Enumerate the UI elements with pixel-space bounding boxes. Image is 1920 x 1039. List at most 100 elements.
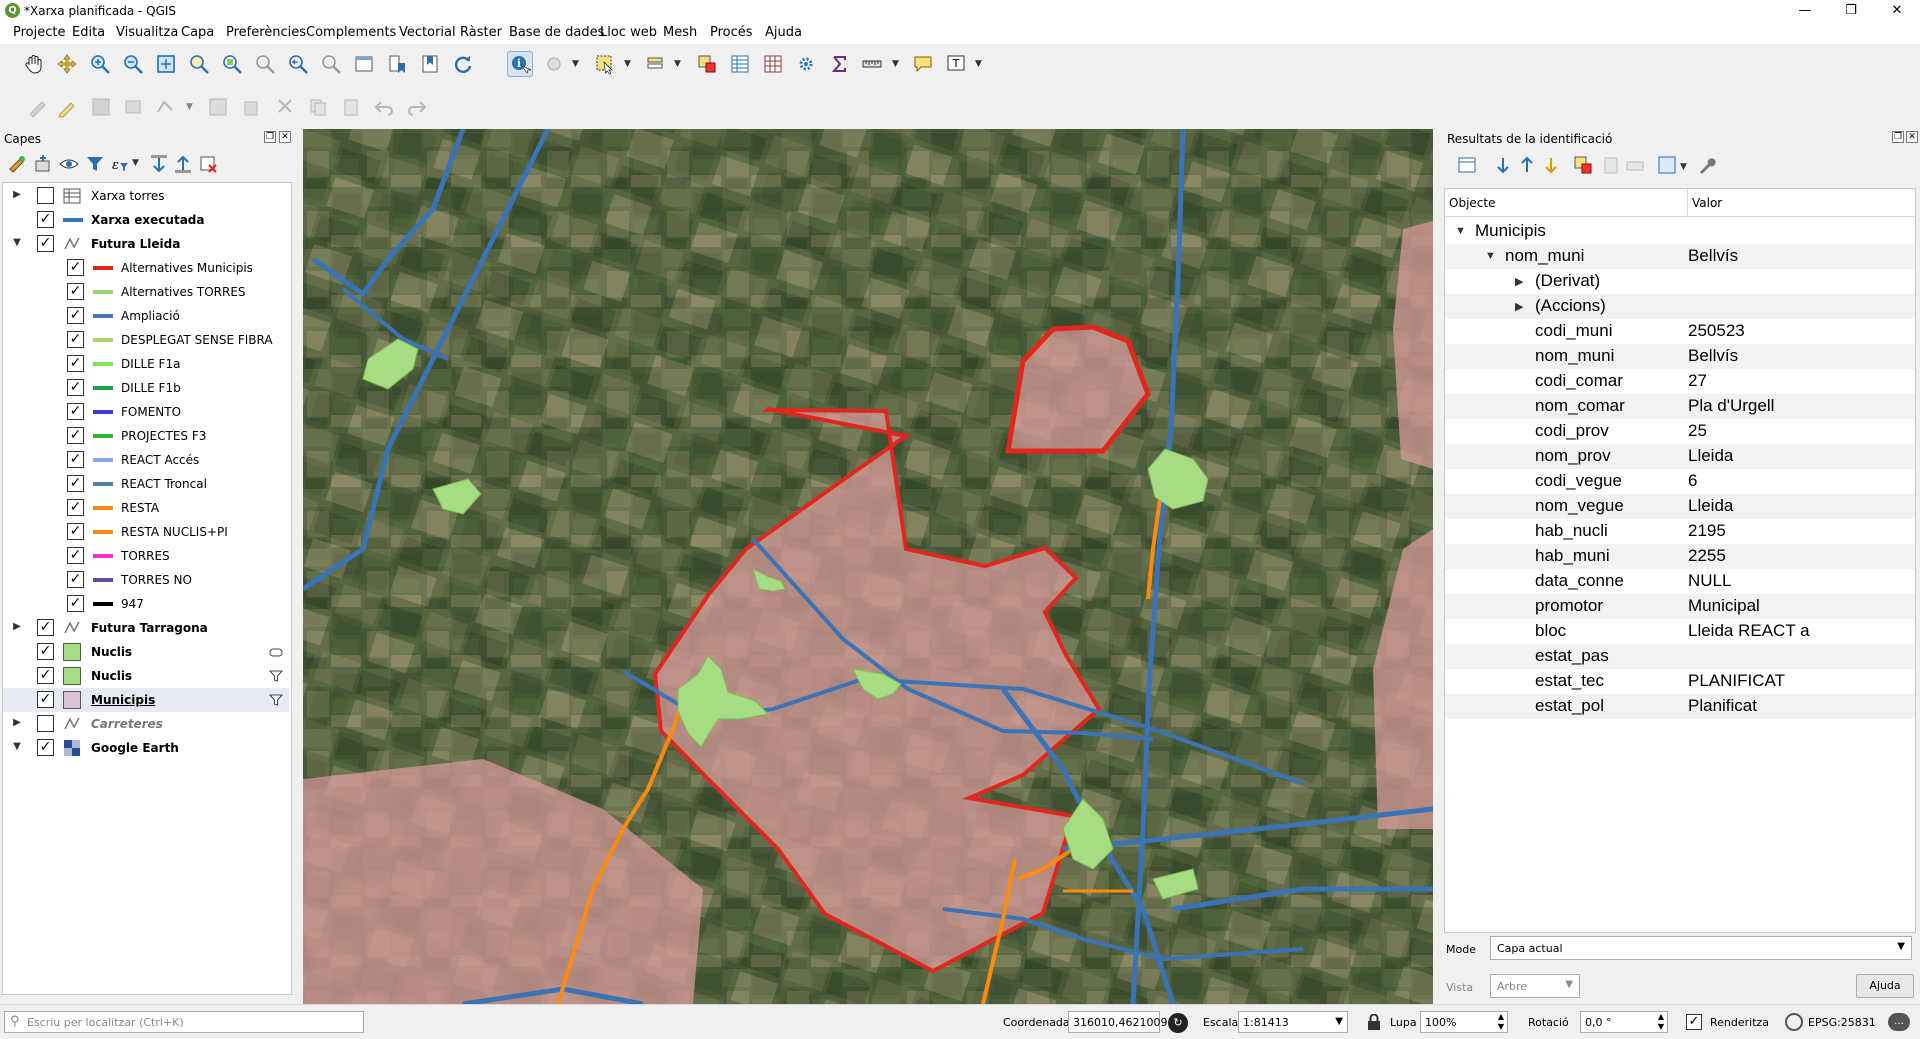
menu-raster[interactable]: Ràster (460, 25, 502, 40)
show-bookmarks-icon[interactable] (417, 51, 443, 77)
select-dropdown-chevron-down-icon[interactable]: ▼ (624, 51, 632, 77)
menu-capa[interactable]: Capa (181, 25, 214, 40)
identify-settings-wrench-icon[interactable] (1696, 154, 1718, 176)
embedded-icon[interactable] (269, 645, 283, 662)
zoom-to-layer-icon[interactable] (219, 51, 245, 77)
close-panel-icon[interactable]: ✕ (279, 131, 291, 143)
zoom-to-selection-icon[interactable] (186, 51, 212, 77)
layer-visibility-checkbox[interactable]: ✓ (37, 739, 54, 756)
undo-icon[interactable] (371, 94, 397, 120)
processing-toolbox-icon[interactable] (793, 51, 819, 77)
layer-row[interactable]: ✓ TORRES NO (3, 568, 289, 592)
identify-result-row[interactable]: promotor Municipal (1445, 594, 1915, 619)
menu-vectorial[interactable]: Vectorial (399, 25, 456, 40)
copy-features-icon[interactable] (305, 94, 331, 120)
layer-row[interactable]: ✓ FOMENTO (3, 400, 289, 424)
filter-icon[interactable] (268, 693, 284, 710)
measure-line-icon[interactable] (859, 51, 885, 77)
layer-visibility-checkbox[interactable]: ✓ (37, 211, 54, 228)
layer-visibility-checkbox[interactable]: ✓ (67, 307, 84, 324)
column-header-object[interactable]: Objecte (1445, 189, 1688, 217)
collapse-chevron-icon[interactable]: ▼ (1455, 225, 1466, 237)
menu-complements[interactable]: Complements (306, 25, 396, 40)
save-edits-icon[interactable] (88, 94, 114, 120)
render-checkbox[interactable]: ✓ (1686, 1014, 1702, 1030)
vertex-tool-icon[interactable] (152, 94, 178, 120)
float-panel-icon[interactable]: ❐ (264, 131, 276, 143)
toggle-extents-mouse-icon[interactable]: ↻ (1168, 1013, 1188, 1033)
restore-icon[interactable]: ❐ (1828, 0, 1874, 22)
open-form-icon[interactable] (1456, 154, 1478, 176)
identify-result-row[interactable]: nom_muni Bellvís (1445, 344, 1915, 369)
layer-row[interactable]: ✓ RESTA NUCLIS+PI (3, 520, 289, 544)
layer-row[interactable]: ✓ REACT Troncal (3, 472, 289, 496)
menu-ajuda[interactable]: Ajuda (765, 25, 802, 40)
collapse-chevron-icon[interactable]: ▼ (11, 237, 23, 249)
layer-visibility-checkbox[interactable]: ✓ (37, 691, 54, 708)
clear-results-icon[interactable] (1572, 154, 1594, 176)
annotation-dropdown-chevron-down-icon[interactable]: ▼ (975, 51, 983, 77)
layer-row[interactable]: ✓ Municipis (3, 688, 289, 712)
expand-chevron-icon[interactable]: ▶ (11, 621, 23, 633)
map-canvas[interactable] (303, 129, 1433, 1004)
identify-selection-mode-icon[interactable] (1656, 154, 1678, 176)
layer-row[interactable]: ▶ Carreteres (3, 712, 289, 736)
layer-visibility-checkbox[interactable]: ✓ (67, 523, 84, 540)
zoom-in-icon[interactable] (87, 51, 113, 77)
magnifier-spinbox[interactable]: 100% ▲ ▼ (1420, 1011, 1508, 1033)
layer-visibility-checkbox[interactable]: ✓ (67, 595, 84, 612)
map-tips-icon[interactable] (910, 51, 936, 77)
layer-row[interactable]: ✓ REACT Accés (3, 448, 289, 472)
identify-features-icon[interactable]: i (507, 51, 533, 77)
layer-visibility-checkbox[interactable]: ✓ (67, 451, 84, 468)
layer-row[interactable]: ▼ ✓ Google Earth (3, 736, 289, 760)
locator-search-input[interactable]: ⚲ Escriu per localitzar (Ctrl+K) (4, 1011, 364, 1033)
zoom-next-icon[interactable] (318, 51, 344, 77)
layer-row[interactable]: ✓ Ampliació (3, 304, 289, 328)
help-button[interactable]: Ajuda (1856, 974, 1914, 998)
identify-result-row[interactable]: nom_comar Pla d'Urgell (1445, 394, 1915, 419)
expand-chevron-icon[interactable]: ▶ (1515, 300, 1523, 313)
collapse-chevron-icon[interactable]: ▼ (11, 741, 23, 753)
text-annotation-icon[interactable]: T (943, 51, 969, 77)
layer-visibility-checkbox[interactable]: ✓ (67, 259, 84, 276)
identify-result-row[interactable]: estat_pol Planificat (1445, 694, 1915, 719)
zoom-full-icon[interactable] (153, 51, 179, 77)
layer-row[interactable]: ✓ PROJECTES F3 (3, 424, 289, 448)
expand-new-results-icon[interactable] (1540, 154, 1562, 176)
layer-visibility-checkbox[interactable]: ✓ (67, 379, 84, 396)
lock-scale-icon[interactable] (1367, 1013, 1381, 1030)
layer-visibility-checkbox[interactable]: ✓ (67, 403, 84, 420)
new-map-view-icon[interactable] (351, 51, 377, 77)
add-group-icon[interactable] (32, 153, 54, 175)
layer-row[interactable]: ✓ DILLE F1b (3, 376, 289, 400)
refresh-icon[interactable] (450, 51, 476, 77)
action-dropdown-chevron-down-icon[interactable]: ▼ (572, 51, 580, 77)
layer-visibility-checkbox[interactable]: ✓ (67, 427, 84, 444)
layer-row[interactable]: ✓ TORRES (3, 544, 289, 568)
zoom-out-icon[interactable] (120, 51, 146, 77)
expand-chevron-icon[interactable]: ▶ (1515, 275, 1523, 288)
layer-row[interactable]: ▶ Xarxa torres (3, 184, 289, 208)
expand-tree-icon[interactable] (1492, 154, 1514, 176)
layer-visibility-checkbox[interactable]: ✓ (67, 571, 84, 588)
layer-visibility-checkbox[interactable] (37, 715, 54, 732)
identify-result-row[interactable]: estat_pas (1445, 644, 1915, 669)
layer-visibility-checkbox[interactable]: ✓ (67, 355, 84, 372)
map-svg[interactable] (303, 129, 1433, 1004)
mode-select[interactable]: Capa actual ▼ (1490, 936, 1912, 960)
toggle-editing-pencil-icon[interactable] (54, 94, 80, 120)
field-calculator-icon[interactable] (760, 51, 786, 77)
layer-visibility-checkbox[interactable]: ✓ (37, 667, 54, 684)
minimize-icon[interactable]: — (1782, 0, 1828, 22)
attribute-table-icon[interactable] (727, 51, 753, 77)
coordinate-field[interactable]: 316010,4621009 (1068, 1011, 1167, 1033)
filter-legend-icon[interactable] (84, 153, 106, 175)
layer-row[interactable]: ✓ DESPLEGAT SENSE FIBRA (3, 328, 289, 352)
crs-globe-icon[interactable] (1785, 1013, 1803, 1031)
zoom-to-native-icon[interactable] (252, 51, 278, 77)
statistics-sigma-icon[interactable] (826, 51, 852, 77)
collapse-chevron-icon[interactable]: ▼ (1485, 250, 1496, 262)
filter-expression-icon[interactable]: ε (108, 153, 130, 175)
select-value-dropdown-chevron-down-icon[interactable]: ▼ (674, 51, 682, 77)
